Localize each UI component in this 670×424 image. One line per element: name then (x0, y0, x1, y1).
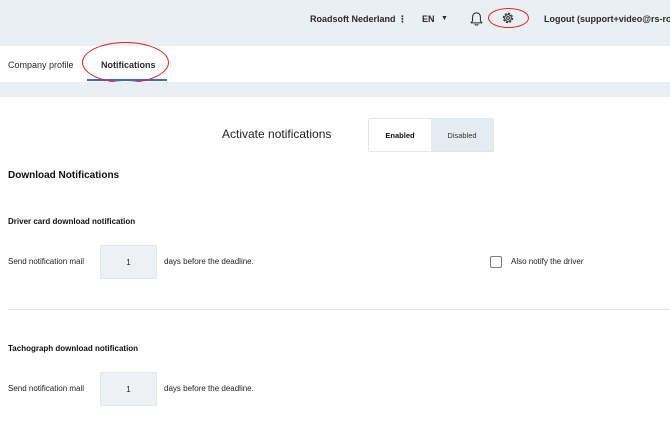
driver-card-heading: Driver card download notification (8, 217, 136, 226)
driver-send-label: Send notification mail (8, 257, 85, 266)
tachograph-days-input[interactable]: 1 (100, 372, 157, 406)
chevron-down-icon[interactable]: ▼ (441, 12, 448, 26)
notifications-tab-highlight-annotation (82, 42, 169, 83)
kebab-icon[interactable]: ⋮ (398, 12, 407, 26)
bell-icon[interactable] (469, 11, 484, 27)
tachograph-heading: Tachograph download notification (8, 344, 139, 353)
organization-name[interactable]: Roadsoft Nederland (310, 12, 396, 26)
tab-company-profile[interactable]: Company profile (8, 59, 74, 71)
section-divider (8, 309, 670, 310)
settings-highlight-annotation (488, 8, 529, 28)
logout-link[interactable]: Logout (support+video@rs-roa (544, 12, 670, 26)
top-bar: Roadsoft Nederland ⋮ EN ▼ Logout (suppor… (0, 0, 670, 46)
tachograph-days-suffix: days before the deadline. (164, 384, 254, 393)
also-notify-driver-label[interactable]: Also notify the driver (511, 257, 583, 266)
driver-days-input[interactable]: 1 (100, 245, 157, 279)
also-notify-driver-checkbox[interactable] (490, 256, 502, 268)
language-selector[interactable]: EN (422, 12, 435, 26)
download-notifications-heading: Download Notifications (8, 170, 120, 181)
driver-days-suffix: days before the deadline. (164, 257, 254, 266)
activate-notifications-label: Activate notifications (222, 127, 332, 141)
disabled-button[interactable]: Disabled (431, 119, 493, 151)
section-band (0, 82, 670, 97)
tachograph-send-label: Send notification mail (8, 384, 85, 393)
enabled-button[interactable]: Enabled (369, 119, 431, 151)
notifications-toggle: Enabled Disabled (368, 118, 494, 152)
